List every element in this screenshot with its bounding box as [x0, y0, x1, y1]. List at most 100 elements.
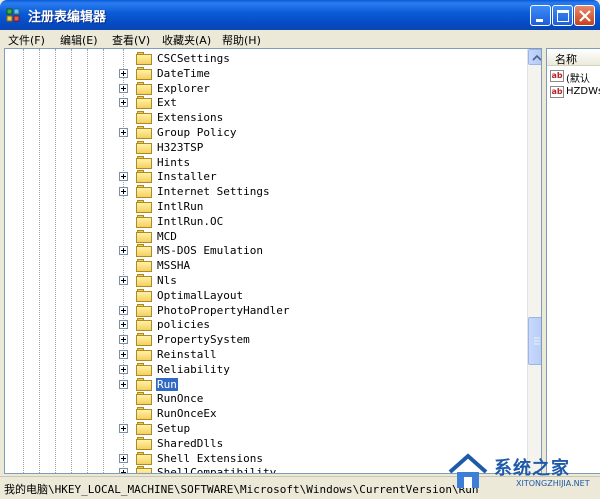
tree-item[interactable]: SharedDlls	[5, 436, 525, 451]
expand-plus-icon[interactable]	[119, 187, 128, 197]
tree-item-label: PhotoPropertyHandler	[157, 303, 290, 317]
key-tree[interactable]: CSCSettings DateTime Explorer Ext Extensions…	[4, 48, 542, 474]
window-title: 注册表编辑器	[28, 10, 107, 25]
tree-item[interactable]: DateTime	[5, 66, 525, 81]
expand-plus-icon[interactable]	[119, 424, 128, 433]
expand-plus-icon[interactable]	[119, 276, 128, 285]
tree-item[interactable]: Explorer	[5, 81, 525, 96]
tree-item[interactable]: Internet Settings	[5, 184, 525, 199]
tree-item[interactable]: ShellCompatibility	[5, 465, 525, 474]
tree-item[interactable]: Group Policy	[5, 125, 525, 140]
list-item[interactable]: ab HZDWs	[550, 85, 600, 100]
tree-item[interactable]: Ext	[5, 95, 525, 110]
scroll-up-button[interactable]	[528, 49, 541, 65]
tree-item[interactable]: CSCSettings	[5, 51, 525, 66]
value-name: HZDWs	[566, 86, 600, 97]
tree-item[interactable]: Extensions	[5, 110, 525, 125]
expand-plus-icon[interactable]	[119, 335, 128, 345]
tree-item-label: Extensions	[157, 111, 224, 125]
tree-item[interactable]: MSSHA	[5, 258, 525, 273]
minimize-icon	[536, 19, 543, 22]
folder-icon	[136, 200, 153, 213]
tree-item-label: MCD	[157, 229, 177, 243]
expand-plus-icon[interactable]	[119, 305, 128, 315]
menu-favorites[interactable]: 收藏夹(A)	[162, 32, 211, 48]
expand-plus-icon[interactable]	[119, 453, 128, 463]
close-button[interactable]	[574, 5, 595, 26]
folder-icon	[136, 96, 153, 110]
tree-item[interactable]: Setup	[5, 421, 525, 436]
folder-icon	[136, 111, 153, 125]
tree-item[interactable]: Reliability	[5, 362, 525, 377]
tree-item[interactable]: MS-DOS Emulation	[5, 243, 525, 258]
expand-plus-icon[interactable]	[119, 320, 128, 330]
folder-icon	[136, 451, 153, 465]
tree-item[interactable]: Nls	[5, 273, 525, 288]
tree-item[interactable]: PhotoPropertyHandler	[5, 303, 525, 318]
folder-icon	[136, 140, 153, 154]
expand-plus-icon[interactable]	[119, 468, 128, 473]
expand-plus-icon[interactable]	[119, 83, 128, 93]
tree-item[interactable]: IntlRun	[5, 199, 525, 214]
column-header-name[interactable]: 名称	[547, 49, 600, 66]
menu-edit[interactable]: 编辑(E)	[60, 32, 98, 48]
tree-item[interactable]: H323TSP	[5, 140, 525, 155]
tree-item[interactable]: Installer	[5, 169, 525, 184]
tree-item-label: Reinstall	[157, 348, 217, 361]
status-path: 我的电脑\HKEY_LOCAL_MACHINE\SOFTWARE\Microso…	[4, 483, 479, 496]
tree-item[interactable]: Shell Extensions	[5, 451, 525, 466]
value-list[interactable]: 名称 ab (默认 ab HZDWs	[546, 48, 600, 474]
folder-icon	[136, 333, 153, 347]
tree-item[interactable]: Run	[5, 377, 525, 392]
tree-item-label: Ext	[157, 96, 177, 110]
tree-item[interactable]: Reinstall	[5, 347, 525, 362]
expand-plus-icon[interactable]	[119, 246, 128, 256]
tree-item[interactable]: IntlRun.OC	[5, 214, 525, 229]
tree-item-label: RunOnce	[157, 392, 204, 406]
tree-item-label: ShellCompatibility	[157, 466, 277, 474]
expand-plus-icon[interactable]	[119, 364, 128, 374]
tree-item-label: OptimalLayout	[157, 288, 244, 302]
folder-icon	[136, 66, 153, 80]
tree-item-label: IntlRun.OC	[157, 214, 224, 228]
expand-plus-icon[interactable]	[119, 128, 128, 137]
minimize-button[interactable]	[530, 5, 551, 26]
expand-plus-icon[interactable]	[119, 98, 128, 108]
tree-item[interactable]: OptimalLayout	[5, 288, 525, 303]
menu-help[interactable]: 帮助(H)	[222, 32, 261, 48]
tree-item[interactable]: policies	[5, 317, 525, 332]
folder-icon	[136, 436, 153, 450]
folder-icon	[136, 303, 153, 317]
value-name: (默认	[566, 74, 590, 85]
tree-item[interactable]: Hints	[5, 155, 525, 170]
folder-icon	[136, 170, 153, 184]
tree-item-label: Shell Extensions	[157, 451, 263, 465]
maximize-button[interactable]	[552, 5, 573, 26]
tree-item[interactable]: RunOnceEx	[5, 406, 525, 421]
expand-plus-icon[interactable]	[119, 379, 128, 389]
folder-icon	[136, 274, 153, 287]
menu-bar: 文件(F) 编辑(E) 查看(V) 收藏夹(A) 帮助(H)	[0, 30, 600, 48]
folder-icon	[136, 126, 153, 139]
list-item[interactable]: ab (默认	[550, 69, 600, 85]
tree-item-label: Nls	[157, 274, 177, 287]
menu-file[interactable]: 文件(F)	[8, 32, 45, 48]
registry-editor-icon	[6, 8, 20, 22]
expand-plus-icon[interactable]	[119, 350, 128, 359]
tree-item-label: MS-DOS Emulation	[157, 244, 263, 258]
title-bar[interactable]: 注册表编辑器	[0, 0, 600, 30]
tree-item[interactable]: PropertySystem	[5, 332, 525, 347]
menu-view[interactable]: 查看(V)	[112, 32, 150, 48]
folder-icon	[136, 348, 153, 361]
scroll-thumb[interactable]	[528, 317, 541, 365]
folder-icon	[136, 377, 153, 391]
expand-plus-icon[interactable]	[119, 172, 128, 182]
expand-plus-icon[interactable]	[119, 68, 128, 78]
tree-scrollbar[interactable]	[527, 49, 541, 473]
tree-item[interactable]: MCD	[5, 229, 525, 244]
tree-item-label: Hints	[157, 155, 191, 169]
tree-item[interactable]: RunOnce	[5, 391, 525, 406]
folder-icon	[136, 288, 153, 302]
tree-item-label: PropertySystem	[157, 333, 250, 347]
folder-icon	[136, 466, 153, 473]
